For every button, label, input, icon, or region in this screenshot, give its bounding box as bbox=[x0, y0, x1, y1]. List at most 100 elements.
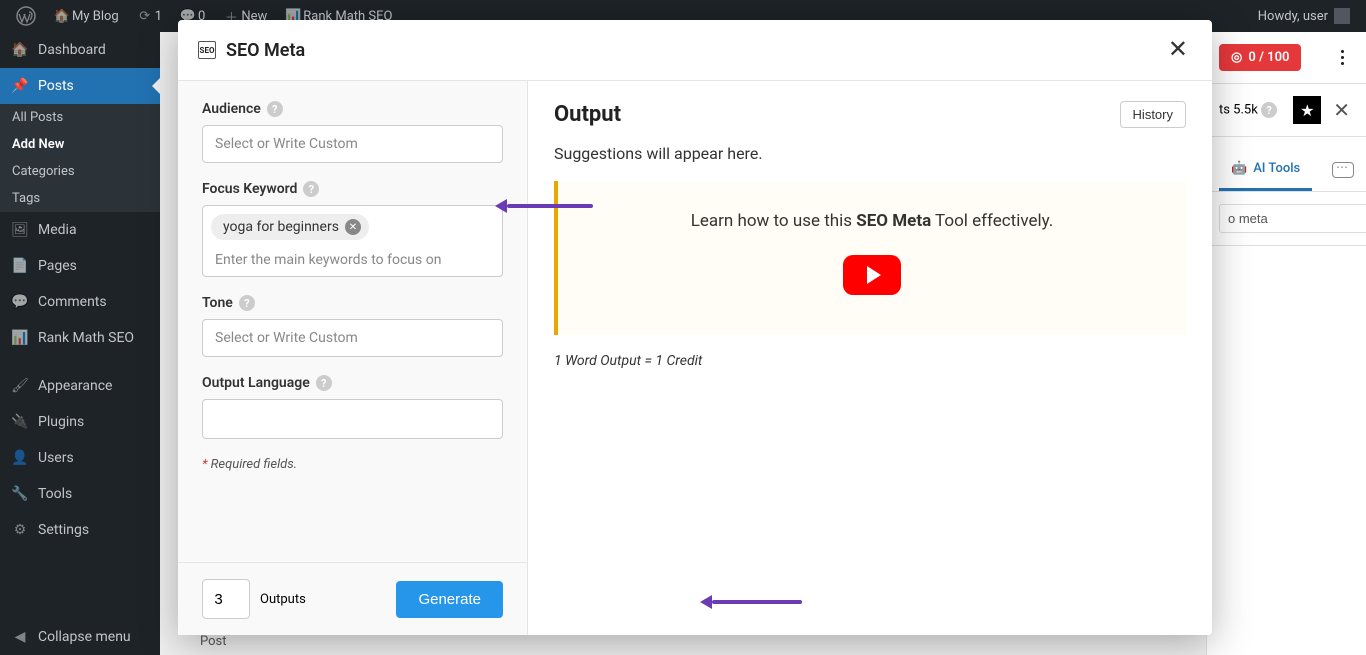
menu-comments[interactable]: 💬Comments bbox=[0, 284, 160, 320]
seo-badge-icon: SEO bbox=[198, 41, 216, 59]
menu-posts[interactable]: 📌 Posts bbox=[0, 68, 160, 104]
chip-remove-button[interactable]: ✕ bbox=[345, 219, 361, 235]
focus-keyword-label: Focus Keyword bbox=[202, 181, 297, 197]
menu-label: Appearance bbox=[38, 378, 112, 394]
menu-label: Plugins bbox=[38, 414, 84, 430]
more-menu[interactable] bbox=[1330, 46, 1354, 70]
menu-label: Posts bbox=[38, 78, 74, 94]
audience-label: Audience bbox=[202, 101, 261, 117]
tone-label: Tone bbox=[202, 295, 233, 311]
menu-plugins[interactable]: 🔌Plugins bbox=[0, 404, 160, 440]
submenu-all-posts[interactable]: All Posts bbox=[0, 104, 160, 131]
menu-dashboard[interactable]: 🏠 Dashboard bbox=[0, 32, 160, 68]
submenu-tags[interactable]: Tags bbox=[0, 185, 160, 212]
chart-icon: 📊 bbox=[10, 328, 30, 348]
updates-count: 1 bbox=[155, 9, 162, 24]
posts-submenu: All Posts Add New Categories Tags bbox=[0, 104, 160, 212]
comment-icon: 💬 bbox=[10, 292, 30, 312]
play-icon bbox=[867, 266, 881, 284]
menu-label: Pages bbox=[38, 258, 77, 274]
credit-note: 1 Word Output = 1 Credit bbox=[554, 353, 1186, 369]
output-language-input[interactable] bbox=[202, 399, 503, 439]
tone-input[interactable] bbox=[202, 319, 503, 357]
help-icon[interactable]: ? bbox=[267, 101, 283, 117]
site-link[interactable]: 🏠My Blog bbox=[44, 0, 127, 32]
help-icon[interactable]: ? bbox=[303, 181, 319, 197]
output-heading: Output bbox=[554, 102, 621, 127]
outputs-label: Outputs bbox=[260, 592, 306, 607]
site-name: My Blog bbox=[72, 9, 119, 24]
modal-close-button[interactable]: ✕ bbox=[1164, 34, 1192, 66]
close-panel-button[interactable]: ✕ bbox=[1329, 98, 1354, 122]
robot-icon: 🤖 bbox=[1231, 161, 1247, 176]
star-button[interactable]: ★ bbox=[1293, 96, 1321, 124]
annotation-arrow bbox=[495, 199, 593, 213]
wp-logo[interactable] bbox=[8, 0, 44, 32]
wordpress-icon bbox=[16, 6, 36, 26]
avatar bbox=[1334, 8, 1350, 24]
user-icon: 👤 bbox=[10, 448, 30, 468]
submenu-categories[interactable]: Categories bbox=[0, 158, 160, 185]
pin-icon: 📌 bbox=[10, 76, 30, 96]
greeting-text: Howdy, user bbox=[1258, 9, 1328, 24]
menu-rankmath[interactable]: 📊 Rank Math SEO bbox=[0, 320, 160, 356]
menu-tools[interactable]: 🔧 Tools bbox=[0, 476, 160, 512]
tool-search-input[interactable] bbox=[1219, 204, 1366, 233]
keyword-chip: yoga for beginners ✕ bbox=[211, 214, 369, 240]
brush-icon: 🖌 bbox=[10, 376, 30, 396]
seo-score-badge[interactable]: ◎ 0 / 100 bbox=[1219, 44, 1301, 71]
menu-label: Settings bbox=[38, 522, 89, 538]
menu-pages[interactable]: 📄 Pages bbox=[0, 248, 160, 284]
help-icon[interactable]: ? bbox=[1261, 102, 1277, 118]
menu-label: Dashboard bbox=[38, 42, 106, 58]
tab-label: AI Tools bbox=[1253, 161, 1300, 176]
focus-keyword-input[interactable] bbox=[211, 246, 494, 268]
youtube-play-button[interactable] bbox=[843, 255, 901, 295]
annotation-arrow bbox=[700, 595, 802, 609]
user-greeting[interactable]: Howdy, user bbox=[1250, 0, 1358, 32]
history-button[interactable]: History bbox=[1120, 101, 1186, 128]
score-text: 0 / 100 bbox=[1248, 50, 1289, 65]
required-note: * Required fields. bbox=[202, 457, 503, 472]
suggestion-placeholder: Suggestions will appear here. bbox=[554, 144, 1186, 163]
wrench-icon: 🔧 bbox=[10, 484, 30, 504]
updates-link[interactable]: ⟳1 bbox=[127, 0, 170, 32]
menu-label: Rank Math SEO bbox=[38, 330, 134, 346]
menu-appearance[interactable]: 🖌 Appearance bbox=[0, 368, 160, 404]
collapse-label: Collapse menu bbox=[38, 629, 131, 645]
credits-text: ts 5.5k ? bbox=[1219, 102, 1277, 118]
menu-users[interactable]: 👤 Users bbox=[0, 440, 160, 476]
focus-keyword-field[interactable]: yoga for beginners ✕ bbox=[202, 205, 503, 277]
refresh-icon: ⟳ bbox=[135, 6, 155, 26]
menu-media[interactable]: 🖼 Media bbox=[0, 212, 160, 248]
media-icon: 🖼 bbox=[10, 220, 30, 240]
submenu-add-new[interactable]: Add New bbox=[0, 131, 160, 158]
outputs-count-input[interactable] bbox=[202, 579, 250, 619]
menu-label: Tools bbox=[38, 486, 72, 502]
target-icon: ◎ bbox=[1231, 50, 1242, 65]
generate-button[interactable]: Generate bbox=[396, 581, 503, 618]
home-icon: 🏠 bbox=[52, 6, 72, 26]
page-icon: 📄 bbox=[10, 256, 30, 276]
learn-text: Learn how to use this SEO Meta Tool effe… bbox=[578, 211, 1166, 231]
dashboard-icon: 🏠 bbox=[10, 40, 30, 60]
collapse-menu[interactable]: ◀ Collapse menu bbox=[0, 619, 160, 655]
seo-meta-modal: SEO SEO Meta ✕ Audience? Focus Keyword? … bbox=[178, 20, 1212, 635]
modal-header: SEO SEO Meta ✕ bbox=[178, 20, 1212, 81]
chat-icon-button[interactable] bbox=[1332, 162, 1354, 178]
chip-text: yoga for beginners bbox=[223, 219, 339, 235]
help-icon[interactable]: ? bbox=[239, 295, 255, 311]
menu-label: Media bbox=[38, 222, 77, 238]
tab-ai-tools[interactable]: 🤖 AI Tools bbox=[1219, 149, 1312, 191]
post-tab-label: Post bbox=[200, 634, 227, 649]
sliders-icon: ⚙ bbox=[10, 520, 30, 540]
collapse-icon: ◀ bbox=[10, 627, 30, 647]
modal-left-panel: Audience? Focus Keyword? yoga for beginn… bbox=[178, 81, 528, 635]
menu-label: Users bbox=[38, 450, 74, 466]
output-language-label: Output Language bbox=[202, 375, 310, 391]
help-icon[interactable]: ? bbox=[316, 375, 332, 391]
audience-input[interactable] bbox=[202, 125, 503, 163]
admin-sidebar: 🏠 Dashboard 📌 Posts All Posts Add New Cate… bbox=[0, 32, 160, 655]
learn-callout: Learn how to use this SEO Meta Tool effe… bbox=[554, 181, 1186, 335]
menu-settings[interactable]: ⚙ Settings bbox=[0, 512, 160, 548]
